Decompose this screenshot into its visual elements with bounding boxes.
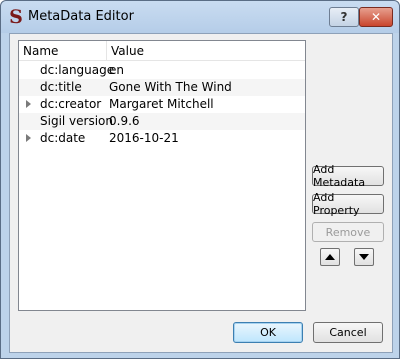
row-value: 2016-10-21 bbox=[109, 131, 179, 145]
help-button[interactable]: ? bbox=[329, 7, 359, 27]
window-title: MetaData Editor bbox=[28, 9, 134, 24]
expand-arrow-icon[interactable] bbox=[26, 134, 31, 142]
row-name: dc:language bbox=[40, 63, 115, 77]
row-value: en bbox=[109, 63, 124, 77]
add-metadata-button[interactable]: Add Metadata bbox=[312, 163, 384, 189]
arrow-up-icon[interactable] bbox=[320, 248, 340, 266]
add-property-button[interactable]: Add Property bbox=[312, 191, 384, 217]
remove-button[interactable]: Remove bbox=[312, 222, 384, 242]
table-row[interactable]: dc:date 2016-10-21 bbox=[19, 130, 305, 147]
table-row[interactable]: dc:language en bbox=[19, 62, 305, 79]
tree-header: Name Value bbox=[19, 41, 305, 61]
dialog-client-area: Name Value dc:language en dc:title Gone … bbox=[9, 33, 393, 353]
title-bar[interactable]: S MetaData Editor ? ✕ bbox=[1, 1, 399, 33]
sigil-logo-icon: S bbox=[9, 6, 23, 28]
row-value: Gone With The Wind bbox=[109, 80, 232, 94]
close-button[interactable]: ✕ bbox=[359, 7, 393, 27]
column-header-name[interactable]: Name bbox=[23, 44, 58, 58]
row-name: dc:date bbox=[40, 131, 86, 145]
row-value: Margaret Mitchell bbox=[109, 97, 214, 111]
metadata-tree[interactable]: Name Value dc:language en dc:title Gone … bbox=[18, 40, 306, 311]
arrow-down-icon[interactable] bbox=[354, 248, 374, 266]
table-row[interactable]: Sigil version 0.9.6 bbox=[19, 113, 305, 130]
row-value: 0.9.6 bbox=[109, 114, 140, 128]
row-name: Sigil version bbox=[40, 114, 114, 128]
row-name: dc:title bbox=[40, 80, 82, 94]
table-row[interactable]: dc:title Gone With The Wind bbox=[19, 79, 305, 96]
metadata-editor-window: S MetaData Editor ? ✕ Name Value dc:lang… bbox=[0, 0, 400, 359]
ok-button[interactable]: OK bbox=[233, 322, 303, 343]
row-name: dc:creator bbox=[40, 97, 102, 111]
expand-arrow-icon[interactable] bbox=[26, 100, 31, 108]
column-divider[interactable] bbox=[106, 41, 107, 60]
table-row[interactable]: dc:creator Margaret Mitchell bbox=[19, 96, 305, 113]
column-header-value[interactable]: Value bbox=[111, 44, 144, 58]
cancel-button[interactable]: Cancel bbox=[313, 322, 383, 343]
